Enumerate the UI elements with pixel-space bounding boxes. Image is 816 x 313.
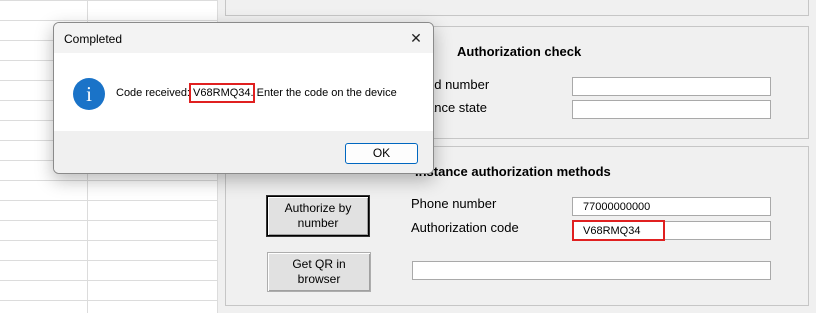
number-field[interactable] [572,77,771,96]
authorize-by-number-button[interactable]: Authorize by number [267,196,369,236]
message-box-dialog: Completed ✕ i Code received: V68RMQ34. E… [53,22,434,174]
authorize-button-label: Authorize by number [284,201,352,230]
dialog-title: Completed [64,32,123,46]
field-label: ed number [427,77,490,92]
code-highlight [572,220,665,241]
phone-field[interactable]: 77000000000 [572,197,771,216]
ok-button[interactable]: OK [345,143,418,164]
received-code: V68RMQ34 [189,83,255,103]
dialog-message: Code received: V68RMQ34. Enter the code … [116,83,397,103]
authorization-methods-title: Instance authorization methods [415,164,611,179]
top-frame [225,0,809,16]
message-prefix: Code received: [116,87,194,99]
get-qr-button[interactable]: Get QR in browser [267,252,371,292]
instance-state-field[interactable] [572,100,771,119]
message-suffix: . Enter the code on the device [250,87,397,99]
field-label: ance state [427,100,487,115]
qr-button-label: Get QR in browser [292,257,346,286]
authorization-code-label: Authorization code [411,220,519,235]
information-icon: i [73,78,105,110]
dialog-titlebar: Completed ✕ [54,23,433,53]
authorization-check-title: Authorization check [457,44,582,59]
phone-label: Phone number [411,196,497,211]
close-icon[interactable]: ✕ [405,28,427,48]
qr-link-field[interactable] [412,261,771,280]
